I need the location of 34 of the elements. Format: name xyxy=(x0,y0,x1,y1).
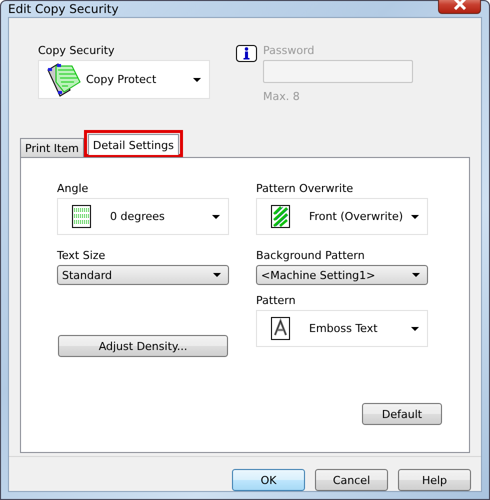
tab[interactable]: Print Item xyxy=(20,138,84,157)
caret-icon xyxy=(213,273,221,277)
dialog-button[interactable]: Cancel xyxy=(315,469,388,491)
dropdown[interactable]: Copy Protect xyxy=(38,60,210,99)
dropdown[interactable]: Standard xyxy=(57,265,229,285)
tab[interactable]: Detail Settings xyxy=(88,134,179,155)
dropdown[interactable]: <Machine Setting1> xyxy=(256,265,428,285)
field-label: Pattern Overwrite xyxy=(256,182,354,196)
window-title: Edit Copy Security xyxy=(8,2,119,16)
dropdown[interactable]: Front (Overwrite) xyxy=(256,198,428,235)
field-label: Password xyxy=(263,44,316,58)
adjust-density-button[interactable]: Adjust Density... xyxy=(58,335,228,357)
info-icon xyxy=(236,45,257,62)
caret-icon xyxy=(193,78,201,82)
dialog-button[interactable]: OK xyxy=(232,469,305,491)
dialog-button[interactable]: Help xyxy=(398,469,471,491)
caret-icon xyxy=(411,214,419,218)
default-button[interactable]: Default xyxy=(362,403,442,425)
field-label: Angle xyxy=(57,182,90,196)
caret-icon xyxy=(412,273,420,277)
emboss-icon xyxy=(271,317,290,340)
field-label: Text Size xyxy=(57,249,106,263)
dropdown[interactable]: 0 degrees xyxy=(57,198,229,235)
caret-icon xyxy=(212,214,220,218)
close-button[interactable] xyxy=(438,0,481,14)
diagonal-pattern-icon xyxy=(271,205,290,228)
horizontal-lines-icon xyxy=(72,205,91,228)
dropdown[interactable]: Emboss Text xyxy=(256,310,428,347)
field-label: Background Pattern xyxy=(256,249,366,263)
caret-icon xyxy=(411,326,419,330)
hint-text: Max. 8 xyxy=(263,90,301,103)
field-label: Pattern xyxy=(256,294,297,308)
close-icon xyxy=(452,0,466,10)
field-label: Copy Security xyxy=(38,44,116,58)
